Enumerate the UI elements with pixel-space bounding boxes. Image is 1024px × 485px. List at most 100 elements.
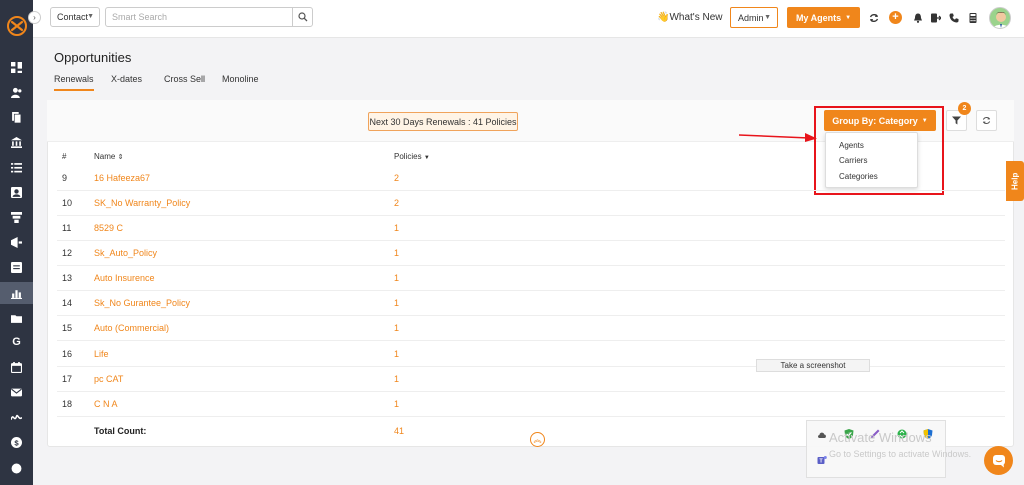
sidebar-mail-icon[interactable] — [0, 381, 33, 403]
activate-windows-subtitle: Go to Settings to activate Windows. — [829, 449, 972, 459]
policy-count-link[interactable]: 1 — [394, 323, 399, 333]
table-row: 10 SK_No Warranty_Policy 2 — [57, 191, 1005, 216]
page-title: Opportunities — [54, 50, 132, 65]
sidebar-funnel-icon[interactable] — [0, 206, 33, 228]
category-link[interactable]: Life — [94, 349, 109, 359]
chat-bubble-icon — [992, 454, 1005, 467]
my-agents-button[interactable]: My Agents ▼ — [787, 7, 860, 28]
table-row: 12 Sk_Auto_Policy 1 — [57, 241, 1005, 266]
sidebar-profile-icon[interactable] — [0, 181, 33, 203]
sidebar-reports-icon[interactable] — [0, 256, 33, 278]
policy-count-link[interactable]: 1 — [394, 223, 399, 233]
sidebar-calendar-icon[interactable] — [0, 356, 33, 378]
column-header-number: # — [62, 152, 67, 161]
policy-count-link[interactable]: 1 — [394, 298, 399, 308]
refresh-button[interactable] — [976, 110, 997, 131]
row-number: 10 — [62, 198, 73, 208]
sidebar-signature-icon[interactable] — [0, 406, 33, 428]
contact-type-select[interactable]: Contact ▼ — [50, 7, 100, 27]
wave-icon: 👋 — [657, 12, 670, 23]
screenshot-tooltip: Take a screenshot — [756, 359, 870, 372]
category-link[interactable]: pc CAT — [94, 374, 123, 384]
sidebar-dashboard-icon[interactable] — [0, 56, 33, 78]
contact-select-value: Contact — [57, 12, 89, 22]
category-link[interactable]: 8529 C — [94, 223, 123, 233]
category-link[interactable]: Sk_Auto_Policy — [94, 248, 157, 258]
app-logo-icon[interactable] — [7, 16, 27, 36]
policy-count-link[interactable]: 1 — [394, 399, 399, 409]
row-number: 12 — [62, 248, 73, 258]
sidebar-list-icon[interactable] — [0, 156, 33, 178]
policy-count-link[interactable]: 2 — [394, 173, 399, 183]
category-link[interactable]: SK_No Warranty_Policy — [94, 198, 190, 208]
sort-icon: ⇕ — [117, 154, 124, 161]
category-link[interactable]: Auto Insurence — [94, 273, 155, 283]
phone-icon[interactable] — [948, 12, 959, 23]
scroll-up-chevron-icon[interactable]: ︽ — [530, 432, 545, 447]
cloud-icon[interactable] — [817, 430, 827, 440]
bell-icon[interactable] — [912, 12, 923, 23]
filter-icon — [952, 116, 961, 125]
logout-icon[interactable] — [930, 12, 941, 23]
sidebar-more-icon[interactable] — [0, 457, 33, 479]
activate-windows-title: Activate Windows — [829, 430, 932, 445]
sidebar-billing-icon[interactable]: $ — [0, 431, 33, 453]
column-header-name[interactable]: Name ⇕ — [94, 152, 123, 161]
admin-role-select[interactable]: Admin ▼ — [730, 7, 778, 28]
row-number: 11 — [62, 223, 72, 233]
sidebar-google-icon[interactable]: G — [0, 331, 33, 353]
filter-count-badge: 2 — [958, 102, 971, 115]
sidebar: G $ — [0, 0, 33, 485]
category-link[interactable]: 16 Hafeeza67 — [94, 173, 150, 183]
policy-count-link[interactable]: 1 — [394, 248, 399, 258]
tab-x-dates[interactable]: X-dates — [111, 74, 142, 89]
table-row: 13 Auto Insurence 1 — [57, 266, 1005, 291]
category-link[interactable]: Sk_No Gurantee_Policy — [94, 298, 190, 308]
table-row: 14 Sk_No Gurantee_Policy 1 — [57, 291, 1005, 316]
search-icon — [297, 12, 307, 22]
policy-count-link[interactable]: 2 — [394, 198, 399, 208]
policy-count-link[interactable]: 1 — [394, 349, 399, 359]
table-row: 18 C N A 1 — [57, 392, 1005, 417]
policies-header-label: Policies — [394, 152, 422, 161]
name-header-label: Name — [94, 152, 116, 161]
chat-support-button[interactable] — [984, 446, 1013, 475]
tab-cross-sell[interactable]: Cross Sell — [164, 74, 205, 89]
row-number: 15 — [62, 323, 73, 333]
annotation-arrow-icon — [739, 133, 817, 142]
row-number: 13 — [62, 273, 73, 283]
tab-monoline[interactable]: Monoline — [222, 74, 259, 89]
svg-text:$: $ — [14, 438, 19, 447]
sync-icon[interactable] — [868, 12, 879, 23]
help-tab[interactable]: Help — [1006, 161, 1024, 201]
table-row: 9 16 Hafeeza67 2 — [57, 166, 1005, 191]
chevron-down-icon: ▼ — [845, 14, 852, 21]
row-number: 9 — [62, 173, 68, 183]
sidebar-contacts-icon[interactable] — [0, 81, 33, 103]
calculator-icon[interactable] — [967, 12, 978, 23]
sidebar-folder-icon[interactable] — [0, 307, 33, 329]
sidebar-documents-icon[interactable] — [0, 106, 33, 128]
table-row: 11 8529 C 1 — [57, 216, 1005, 241]
top-header: Contact ▼ 👋What's New Admin ▼ My Agents … — [33, 0, 1024, 38]
sidebar-campaign-icon[interactable] — [0, 231, 33, 253]
column-header-policies[interactable]: Policies ▼ — [394, 152, 430, 161]
category-link[interactable]: Auto (Commercial) — [94, 323, 169, 333]
table-row: 15 Auto (Commercial) 1 — [57, 316, 1005, 341]
admin-select-value: Admin — [738, 13, 764, 23]
sidebar-opportunities-icon[interactable] — [0, 282, 33, 304]
category-link[interactable]: C N A — [94, 399, 118, 409]
policy-count-link[interactable]: 1 — [394, 374, 399, 384]
sidebar-carriers-icon[interactable] — [0, 131, 33, 153]
smart-search-input[interactable] — [105, 7, 293, 27]
policy-count-link[interactable]: 1 — [394, 273, 399, 283]
tab-renewals[interactable]: Renewals — [54, 74, 94, 91]
quick-add-plus-icon[interactable]: + — [889, 11, 902, 24]
sort-desc-icon: ▼ — [423, 155, 430, 161]
search-button[interactable] — [292, 7, 313, 27]
whats-new-link[interactable]: 👋What's New — [657, 12, 723, 23]
renewals-count-badge: Next 30 Days Renewals : 41 Policies — [368, 112, 518, 131]
sidebar-expand-chevron-icon[interactable]: › — [28, 11, 41, 24]
teams-icon[interactable]: T — [817, 455, 827, 465]
user-avatar[interactable] — [989, 7, 1011, 29]
